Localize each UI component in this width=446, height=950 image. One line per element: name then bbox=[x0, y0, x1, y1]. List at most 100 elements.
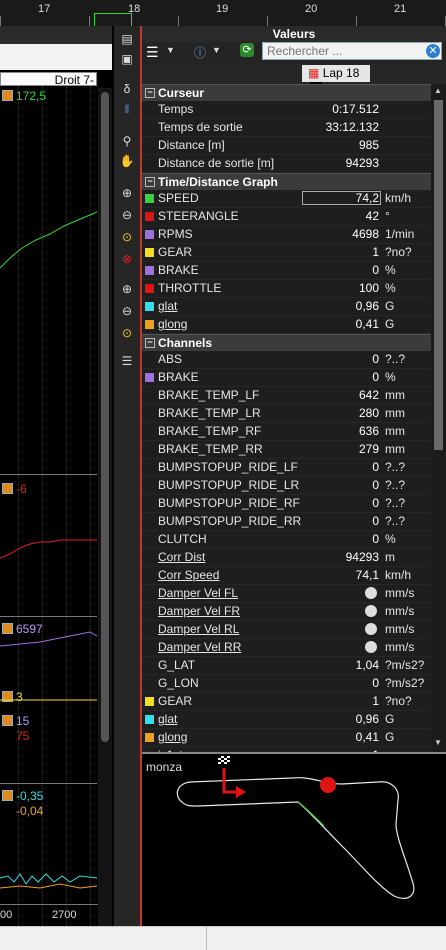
channel-row[interactable]: BUMPSTOPUP_RIDE_LF 0?..? bbox=[142, 459, 431, 477]
channel-row[interactable]: GEAR 1 ?no? bbox=[142, 244, 431, 262]
channel-row[interactable]: Distance [m] 985 bbox=[142, 137, 431, 155]
channel-value: 0 bbox=[372, 514, 379, 528]
section-header-channels[interactable]: − Channels bbox=[142, 334, 431, 351]
lap-tab[interactable]: ▦ Lap 18Δ bbox=[302, 65, 370, 99]
channel-value: 100 bbox=[358, 281, 379, 295]
zoom-icon[interactable]: ⚲ bbox=[119, 134, 135, 148]
zoom-in-vertical-icon[interactable]: ⊕ bbox=[119, 282, 135, 296]
channel-row[interactable]: Damper Vel RL mm/s bbox=[142, 621, 431, 639]
channel-row[interactable]: BUMPSTOPUP_RIDE_RR 0?..? bbox=[142, 513, 431, 531]
channel-value-list[interactable]: − Curseur Temps 0:17.512 Temps de sortie 33:1… bbox=[142, 84, 431, 752]
time-ruler[interactable]: 17 18 19 20 21 bbox=[0, 0, 446, 27]
zoom-in-icon[interactable]: ⊕ bbox=[119, 186, 135, 200]
collapse-icon[interactable]: − bbox=[145, 88, 155, 98]
scroll-down-icon[interactable]: ▼ bbox=[434, 738, 442, 747]
collapse-icon[interactable]: − bbox=[145, 338, 155, 348]
channel-row[interactable]: glong 0,41 G bbox=[142, 316, 431, 334]
channel-row[interactable]: Damper Vel RR mm/s bbox=[142, 639, 431, 657]
list-scroll-thumb[interactable] bbox=[434, 100, 443, 450]
dial-icon bbox=[365, 623, 377, 635]
channel-name: Damper Vel FL bbox=[158, 586, 239, 600]
channel-row[interactable]: CLUTCH 0% bbox=[142, 531, 431, 549]
channel-unit: ?..? bbox=[385, 514, 406, 528]
channel-row[interactable]: BRAKE_TEMP_LF 642 mm bbox=[142, 387, 431, 405]
channel-row[interactable]: ABS 0?..? bbox=[142, 351, 431, 369]
clear-search-icon[interactable]: ✕ bbox=[426, 44, 440, 58]
color-swatch bbox=[145, 373, 154, 382]
window-icon[interactable]: ▣ bbox=[119, 52, 135, 66]
channel-row[interactable]: glat 0,96 G bbox=[142, 711, 431, 729]
channel-row[interactable]: G_LON 0 ?m/s2? bbox=[142, 675, 431, 693]
channel-row[interactable]: BRAKE 0% bbox=[142, 369, 431, 387]
split-icon[interactable]: ‖ bbox=[119, 102, 135, 116]
x-axis-tick: 00 bbox=[0, 909, 13, 921]
channel-row[interactable]: Damper Vel FL mm/s bbox=[142, 585, 431, 603]
zoom-fit-icon[interactable]: ⊙ bbox=[119, 230, 135, 244]
list-view-icon[interactable]: ☰ bbox=[146, 44, 159, 61]
delta-icon[interactable]: δ bbox=[119, 82, 135, 96]
channel-row[interactable]: GEAR 1 ?no? bbox=[142, 693, 431, 711]
track-map[interactable]: monza bbox=[142, 752, 446, 928]
channel-row[interactable]: G_LAT 1,04 ?m/s2? bbox=[142, 657, 431, 675]
channel-unit: % bbox=[385, 281, 396, 295]
channel-unit: mm/s bbox=[385, 640, 415, 654]
channel-name: CLUTCH bbox=[158, 532, 207, 546]
collapse-icon[interactable]: − bbox=[145, 177, 155, 187]
color-swatch bbox=[145, 248, 154, 257]
channel-row[interactable]: BUMPSTOPUP_RIDE_RF 0?..? bbox=[142, 495, 431, 513]
zoom-fit-vertical-icon[interactable]: ⊙ bbox=[119, 326, 135, 340]
channel-row[interactable]: Temps de sortie 33:12.132 bbox=[142, 119, 431, 137]
channel-row[interactable]: RPMS 4698 1/min bbox=[142, 226, 431, 244]
channel-unit: mm bbox=[385, 442, 405, 456]
channel-row[interactable]: THROTTLE 100% bbox=[142, 280, 431, 298]
zoom-out-vertical-icon[interactable]: ⊖ bbox=[119, 304, 135, 318]
channel-row[interactable]: BUMPSTOPUP_RIDE_LR 0?..? bbox=[142, 477, 431, 495]
graph-scrollbar[interactable] bbox=[98, 88, 112, 928]
channel-row[interactable]: Distance de sortie [m] 94293 bbox=[142, 155, 431, 173]
channel-name: Corr Speed bbox=[158, 568, 220, 582]
channel-name: glat bbox=[158, 299, 178, 313]
section-header-tdg[interactable]: − Time/Distance Graph bbox=[142, 173, 431, 190]
channel-row[interactable]: glat 0,96 G bbox=[142, 298, 431, 316]
scroll-up-icon[interactable]: ▲ bbox=[434, 86, 442, 95]
pan-icon[interactable]: ✋ bbox=[119, 154, 135, 168]
channel-row[interactable]: BRAKE 0% bbox=[142, 262, 431, 280]
graph-scroll-thumb[interactable] bbox=[101, 92, 109, 742]
channel-row[interactable]: STEERANGLE 42 ° bbox=[142, 208, 431, 226]
channel-name: BRAKE_TEMP_LR bbox=[158, 406, 261, 420]
info-icon[interactable]: ⓘ bbox=[194, 44, 206, 61]
channel-name: BRAKE bbox=[158, 263, 199, 277]
channel-unit: G bbox=[385, 299, 395, 313]
channel-value: 74,1 bbox=[355, 568, 379, 582]
section-header-cursor[interactable]: − Curseur bbox=[142, 84, 431, 101]
channel-row[interactable]: BRAKE_TEMP_RF 636 mm bbox=[142, 423, 431, 441]
channel-row[interactable]: SPEED 74,2 km/h bbox=[142, 190, 431, 208]
channel-row[interactable]: Corr Speed 74,1 km/h bbox=[142, 567, 431, 585]
channel-name: STEERANGLE bbox=[158, 209, 239, 223]
list-scrollbar[interactable]: ▲ ▼ bbox=[431, 84, 446, 752]
zoom-out-icon[interactable]: ⊖ bbox=[119, 208, 135, 222]
channel-value: 4698 bbox=[352, 227, 379, 241]
refresh-icon[interactable]: ⟳ bbox=[240, 43, 254, 57]
panel-title: Valeurs bbox=[142, 26, 446, 42]
zoom-reset-icon[interactable]: ⊗ bbox=[119, 252, 135, 266]
channel-row[interactable]: BRAKE_TEMP_LR 280 mm bbox=[142, 405, 431, 423]
search-input[interactable] bbox=[262, 42, 442, 60]
channel-value: 0 bbox=[372, 478, 379, 492]
channel-value: 985 bbox=[358, 138, 379, 152]
channel-name: Damper Vel RL bbox=[158, 622, 240, 636]
channel-unit: mm/s bbox=[385, 586, 415, 600]
channel-row[interactable]: glong 0,41 G bbox=[142, 729, 431, 747]
chevron-down-icon[interactable]: ▼ bbox=[166, 45, 175, 55]
channel-row[interactable]: Temps 0:17.512 bbox=[142, 101, 431, 119]
channel-unit: ?..? bbox=[385, 352, 406, 366]
channel-value: 33:12.132 bbox=[325, 120, 379, 134]
align-icon[interactable]: ☰ bbox=[119, 354, 135, 368]
channel-row[interactable]: Damper Vel FR mm/s bbox=[142, 603, 431, 621]
notes-icon[interactable]: ▤ bbox=[119, 32, 135, 46]
dial-icon bbox=[365, 587, 377, 599]
chevron-down-icon[interactable]: ▼ bbox=[212, 45, 221, 55]
channel-row[interactable]: Corr Dist 94293 m bbox=[142, 549, 431, 567]
channel-name: glat bbox=[158, 712, 178, 726]
channel-row[interactable]: BRAKE_TEMP_RR 279 mm bbox=[142, 441, 431, 459]
